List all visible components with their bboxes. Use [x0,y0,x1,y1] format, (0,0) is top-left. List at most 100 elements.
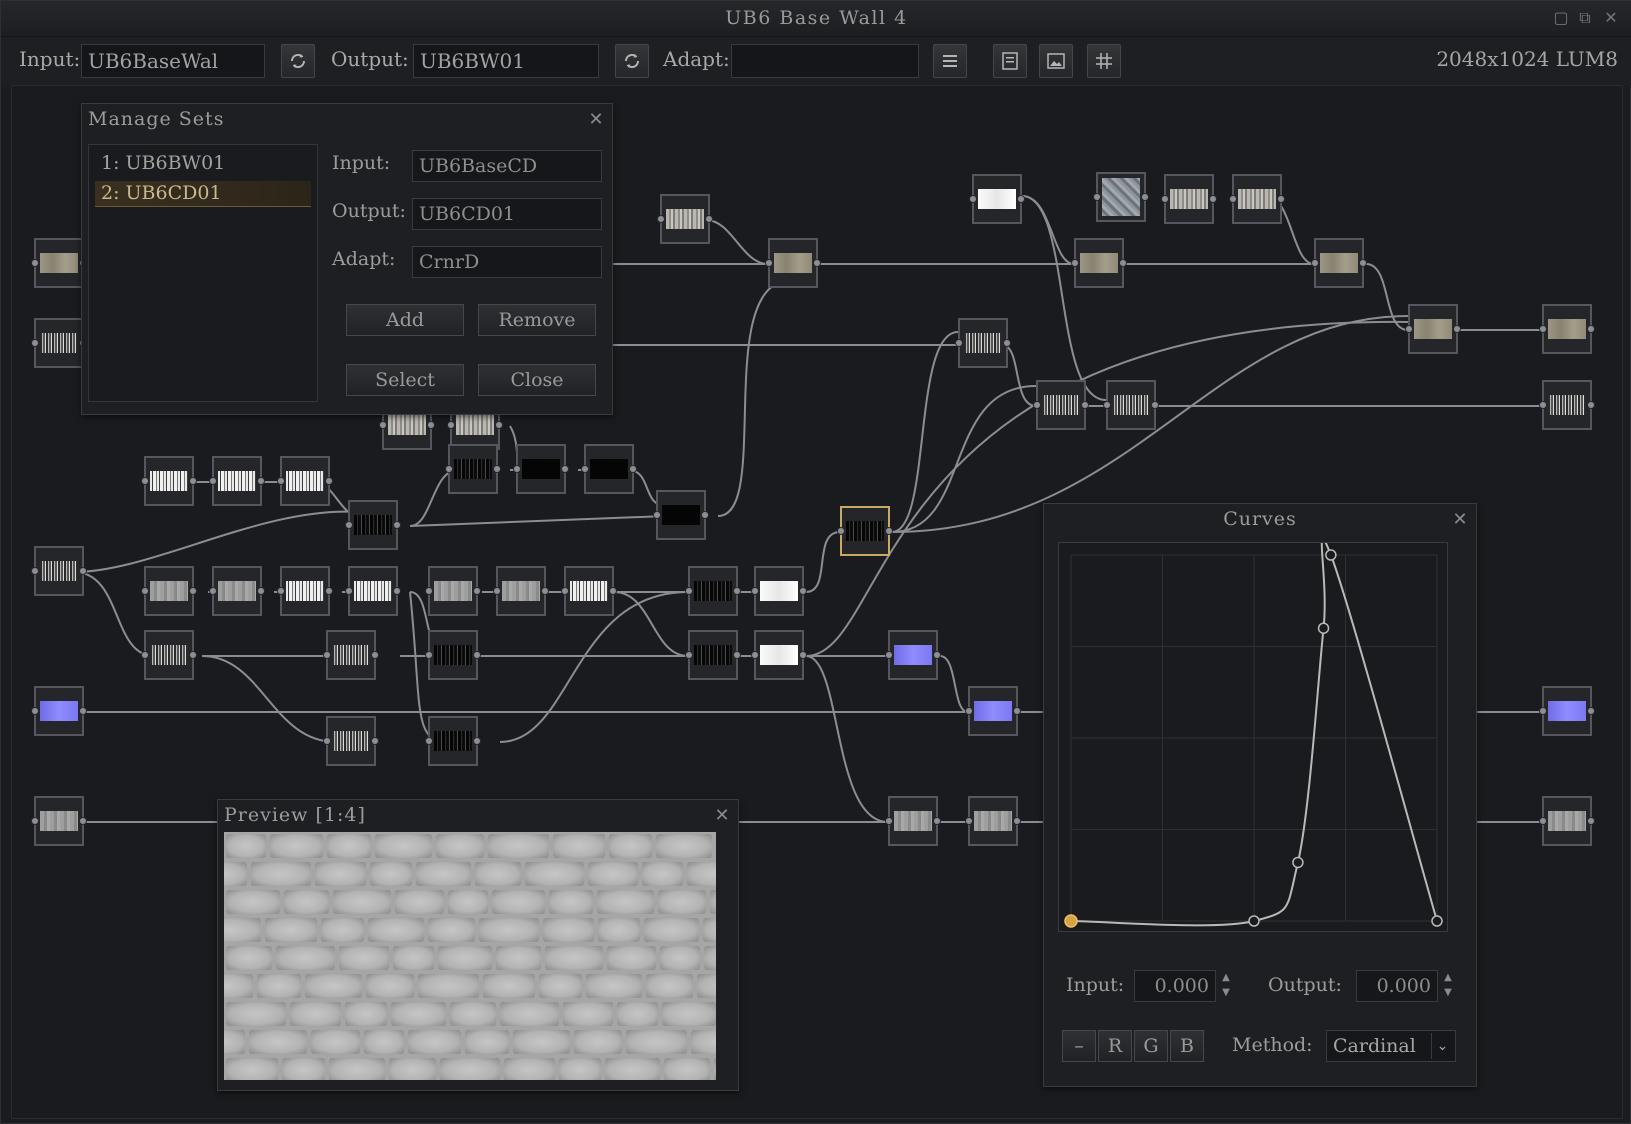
add-button[interactable]: Add [346,304,464,336]
output-port[interactable] [629,465,637,473]
close-icon[interactable]: ✕ [712,806,732,826]
output-port[interactable] [79,707,87,715]
output-port[interactable] [1277,195,1285,203]
channel-r-button[interactable]: R [1098,1030,1132,1062]
input-port[interactable] [425,651,433,659]
input-port[interactable] [1071,259,1079,267]
output-port[interactable] [799,587,807,595]
output-port[interactable] [1141,193,1149,201]
input-port[interactable] [323,737,331,745]
input-field[interactable]: UB6BaseWal [81,44,265,78]
output-port[interactable] [561,465,569,473]
output-port[interactable] [79,567,87,575]
input-port[interactable] [445,465,453,473]
output-port[interactable] [495,421,503,429]
graph-node[interactable] [1405,304,1461,354]
input-port[interactable] [379,421,387,429]
sets-adapt-field[interactable]: CrnrD [412,246,602,278]
channel-g-button[interactable]: G [1134,1030,1168,1062]
output-port[interactable] [1119,259,1127,267]
input-port[interactable] [1161,195,1169,203]
output-port[interactable] [933,651,941,659]
graph-node[interactable] [1539,686,1595,736]
list-item[interactable]: 1: UB6BW01 [95,151,311,177]
input-port[interactable] [209,477,217,485]
chevron-down-icon[interactable]: ⌄ [1431,1033,1453,1059]
graph-node[interactable] [141,566,197,616]
input-port[interactable] [1539,325,1547,333]
graph-node[interactable] [969,174,1025,224]
curve-point[interactable] [1248,915,1260,927]
input-port[interactable] [653,511,661,519]
graph-node[interactable] [1311,238,1367,288]
graph-node[interactable] [581,444,637,494]
curve-point[interactable] [1325,549,1337,561]
input-port[interactable] [345,587,353,595]
graph-node[interactable] [425,566,481,616]
graph-node[interactable] [445,444,501,494]
output-port[interactable] [1359,259,1367,267]
graph-node[interactable] [31,238,87,288]
graph-node[interactable] [1539,380,1595,430]
input-port[interactable] [1539,401,1547,409]
input-port[interactable] [1103,401,1111,409]
output-port[interactable] [257,587,265,595]
output-port[interactable] [325,587,333,595]
output-port[interactable] [393,521,401,529]
output-port[interactable] [1587,707,1595,715]
minimize-icon[interactable]: ▢ [1552,9,1570,27]
input-port[interactable] [141,651,149,659]
input-port[interactable] [31,567,39,575]
input-port[interactable] [1539,707,1547,715]
close-icon[interactable]: ✕ [1450,510,1470,530]
curve-point[interactable] [1431,915,1443,927]
adapt-field[interactable] [731,44,919,78]
input-port[interactable] [323,651,331,659]
graph-node[interactable] [653,490,709,540]
graph-node[interactable] [751,630,807,680]
input-port[interactable] [277,477,285,485]
list-button[interactable] [933,44,967,78]
sets-list[interactable]: 1: UB6BW01 2: UB6CD01 [88,144,318,402]
image-button[interactable] [1039,44,1073,78]
curve-point[interactable] [1292,856,1304,869]
output-port[interactable] [189,651,197,659]
input-port[interactable] [447,421,455,429]
graph-node[interactable] [425,716,481,766]
input-port[interactable] [885,651,893,659]
method-select[interactable]: Cardinal ⌄ [1326,1030,1456,1062]
graph-node[interactable] [277,566,333,616]
curve-editor[interactable] [1058,537,1448,932]
input-port[interactable] [493,587,501,595]
graph-node[interactable] [345,500,401,550]
list-item-selected[interactable]: 2: UB6CD01 [95,181,311,207]
output-port[interactable] [371,651,379,659]
graph-node-selected[interactable] [837,506,893,556]
input-port[interactable] [1311,259,1319,267]
output-port[interactable] [733,587,741,595]
output-port[interactable] [1017,195,1025,203]
graph-node[interactable] [493,566,549,616]
graph-node[interactable] [513,444,569,494]
input-port[interactable] [581,465,589,473]
graph-node[interactable] [31,686,87,736]
output-port[interactable] [473,737,481,745]
input-port[interactable] [751,651,759,659]
output-port[interactable] [799,651,807,659]
output-field[interactable]: UB6BW01 [413,44,599,78]
input-spinner[interactable]: ▲ ▼ [1218,970,1234,1002]
graph-node[interactable] [277,456,333,506]
curve-point-selected[interactable] [1064,914,1078,928]
graph-node[interactable] [657,194,713,244]
graph-node[interactable] [1161,174,1217,224]
input-port[interactable] [277,587,285,595]
graph-node[interactable] [965,796,1021,846]
graph-node[interactable] [1033,380,1089,430]
graph-node[interactable] [685,566,741,616]
document-button[interactable] [993,44,1027,78]
sets-output-field[interactable]: UB6CD01 [412,198,602,230]
grid-button[interactable] [1087,44,1121,78]
output-port[interactable] [371,737,379,745]
input-port[interactable] [885,817,893,825]
close-icon[interactable]: ✕ [586,110,606,130]
